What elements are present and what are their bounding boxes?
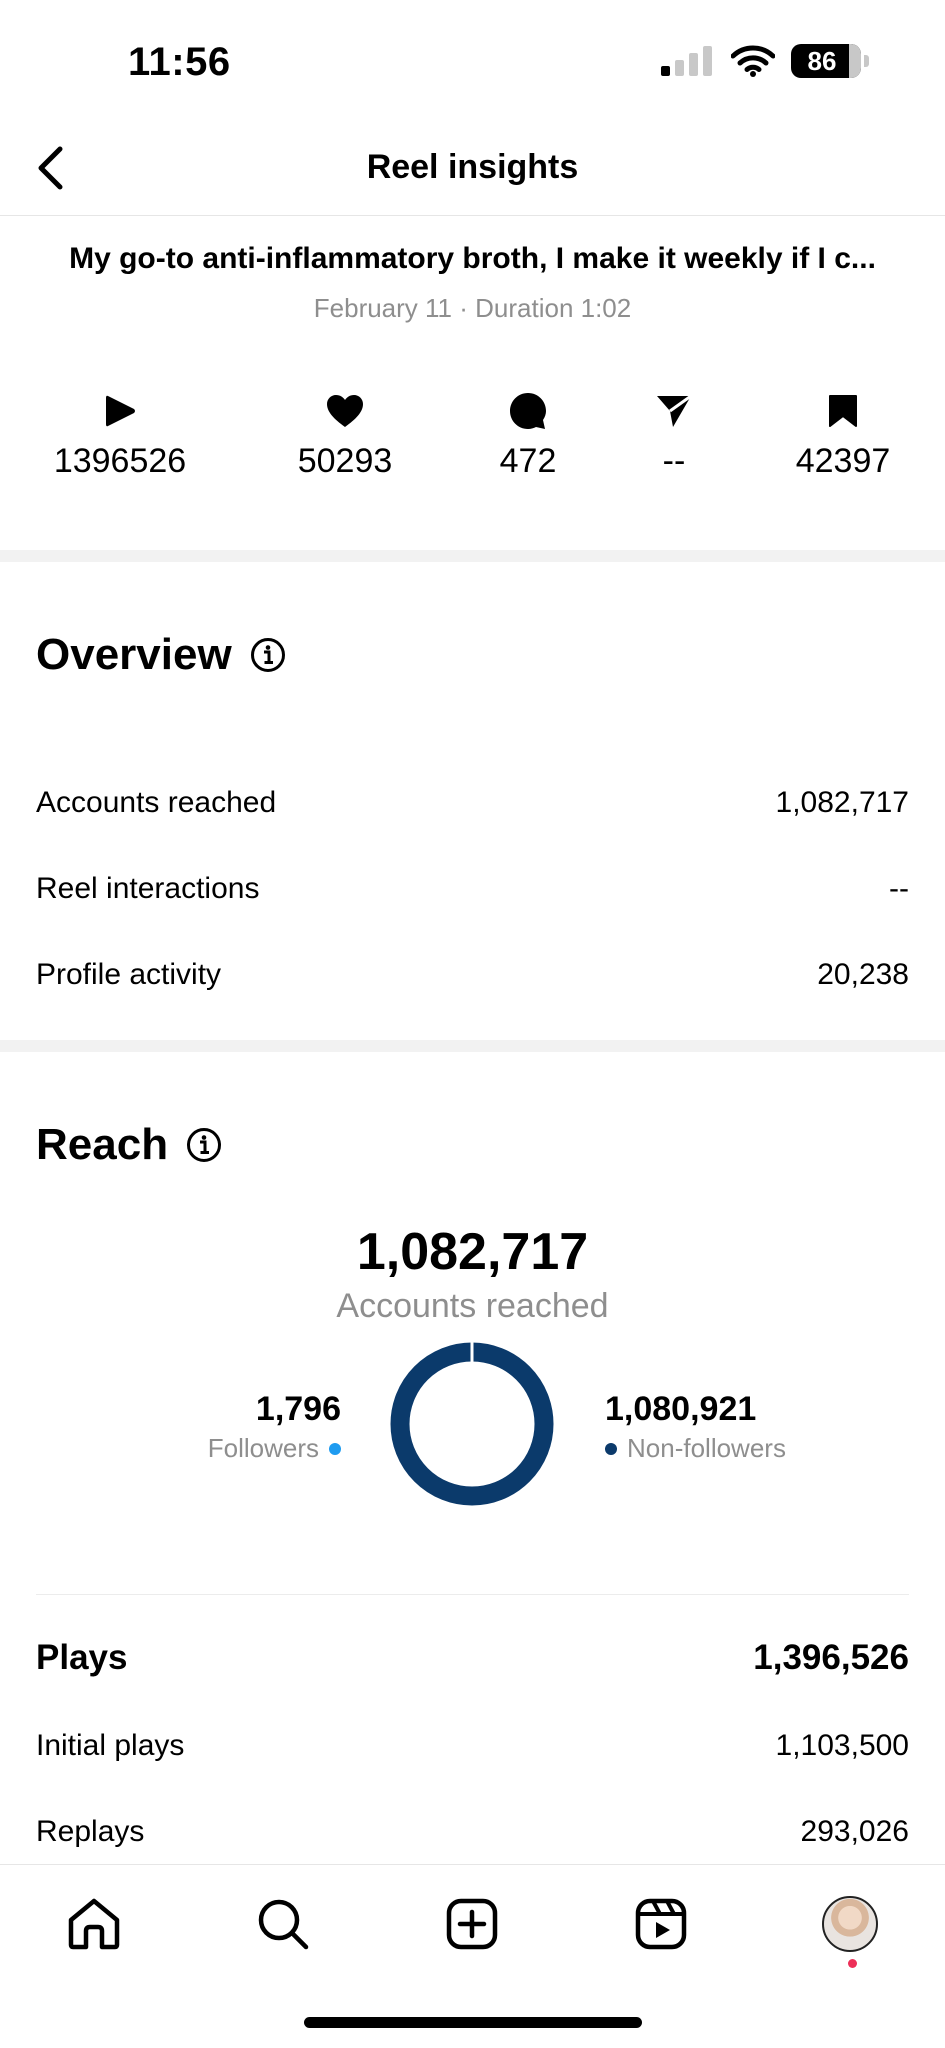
stat-saves: 42397 (743, 390, 943, 481)
overview-row-reel-interactions[interactable]: Reel interactions -- (36, 872, 909, 906)
row-label: Reel interactions (36, 872, 260, 905)
section-divider (0, 1040, 945, 1052)
nav-header: Reel insights (0, 120, 945, 216)
followers-legend: 1,796 Followers (208, 1390, 341, 1464)
reach-title: Reach (36, 1120, 169, 1169)
battery-indicator: 86 (791, 44, 869, 78)
create-icon (446, 1898, 498, 1950)
battery-empty-portion (849, 44, 861, 78)
tab-reels[interactable] (626, 1889, 696, 1959)
home-icon (68, 1898, 120, 1950)
donut-non-followers-ring (390, 1342, 554, 1506)
overview-heading: Overview (36, 630, 286, 680)
profile-notification-dot (848, 1959, 857, 1968)
reach-total-label: Accounts reached (336, 1287, 609, 1325)
non-followers-legend: 1,080,921 Non-followers (605, 1390, 786, 1464)
row-value: 1,082,717 (775, 786, 909, 819)
row-value: -- (889, 872, 909, 905)
plays-row-initial[interactable]: Initial plays 1,103,500 (36, 1729, 909, 1763)
reel-title: My go-to anti-inflammatory broth, I make… (69, 242, 876, 275)
non-followers-dot (605, 1442, 617, 1455)
section-divider (0, 550, 945, 562)
row-value: 1,103,500 (775, 1729, 909, 1762)
tab-home[interactable] (59, 1889, 129, 1959)
status-icons: 86 (659, 44, 869, 78)
info-icon[interactable] (250, 637, 286, 673)
row-label: Replays (36, 1815, 145, 1848)
reels-icon (635, 1898, 687, 1950)
overview-title: Overview (36, 630, 232, 679)
reach-donut-chart (390, 1342, 554, 1506)
battery-level: 86 (807, 45, 837, 76)
row-label: Profile activity (36, 958, 222, 991)
overview-row-profile-activity[interactable]: Profile activity 20,238 (36, 958, 909, 992)
non-followers-label-row: Non-followers (605, 1433, 786, 1464)
plays-title: Plays (36, 1638, 128, 1677)
stat-value: 50293 (297, 442, 393, 480)
profile-avatar (822, 1896, 878, 1952)
bookmark-icon (829, 395, 857, 427)
row-value: 20,238 (817, 958, 909, 991)
non-followers-label: Non-followers (627, 1433, 786, 1463)
tab-profile[interactable] (815, 1889, 885, 1959)
page-title: Reel insights (366, 148, 579, 186)
tab-create[interactable] (437, 1889, 507, 1959)
status-bar: 11:56 86 (0, 0, 945, 120)
row-value: 293,026 (800, 1815, 909, 1848)
home-indicator (304, 2017, 642, 2028)
stat-plays: 1396526 (20, 390, 220, 481)
comment-icon (510, 393, 546, 429)
battery-cap (864, 55, 869, 67)
overview-row-accounts-reached[interactable]: Accounts reached 1,082,717 (36, 786, 909, 820)
row-label: Accounts reached (36, 786, 277, 819)
play-icon (106, 395, 135, 427)
plays-row-replays[interactable]: Replays 293,026 (36, 1815, 909, 1849)
reach-total-value: 1,082,717 (356, 1223, 589, 1281)
share-icon (657, 394, 692, 427)
reel-stats: 1396526 50293 472 -- 42397 (0, 390, 945, 490)
followers-value: 1,796 (255, 1390, 341, 1428)
stat-value: 42397 (795, 442, 891, 480)
stat-likes: 50293 (245, 390, 445, 481)
wifi-icon (731, 45, 775, 77)
stat-value: 1396526 (53, 442, 187, 480)
non-followers-value: 1,080,921 (605, 1390, 757, 1428)
heart-icon (327, 395, 363, 427)
tab-search[interactable] (248, 1889, 318, 1959)
divider (36, 1594, 909, 1595)
reel-meta: February 11 · Duration 1:02 (313, 293, 632, 323)
cellular-signal-icon (661, 46, 712, 76)
status-time: 11:56 (128, 40, 231, 84)
reach-heading: Reach (36, 1120, 222, 1170)
plays-total: 1,396,526 (753, 1638, 909, 1677)
row-label: Initial plays (36, 1729, 185, 1762)
info-icon[interactable] (186, 1127, 222, 1163)
followers-label-row: Followers (208, 1433, 341, 1464)
followers-label: Followers (207, 1433, 319, 1463)
plays-total-row: Plays 1,396,526 (36, 1638, 909, 1678)
followers-dot (329, 1442, 341, 1455)
search-icon (258, 1899, 309, 1950)
